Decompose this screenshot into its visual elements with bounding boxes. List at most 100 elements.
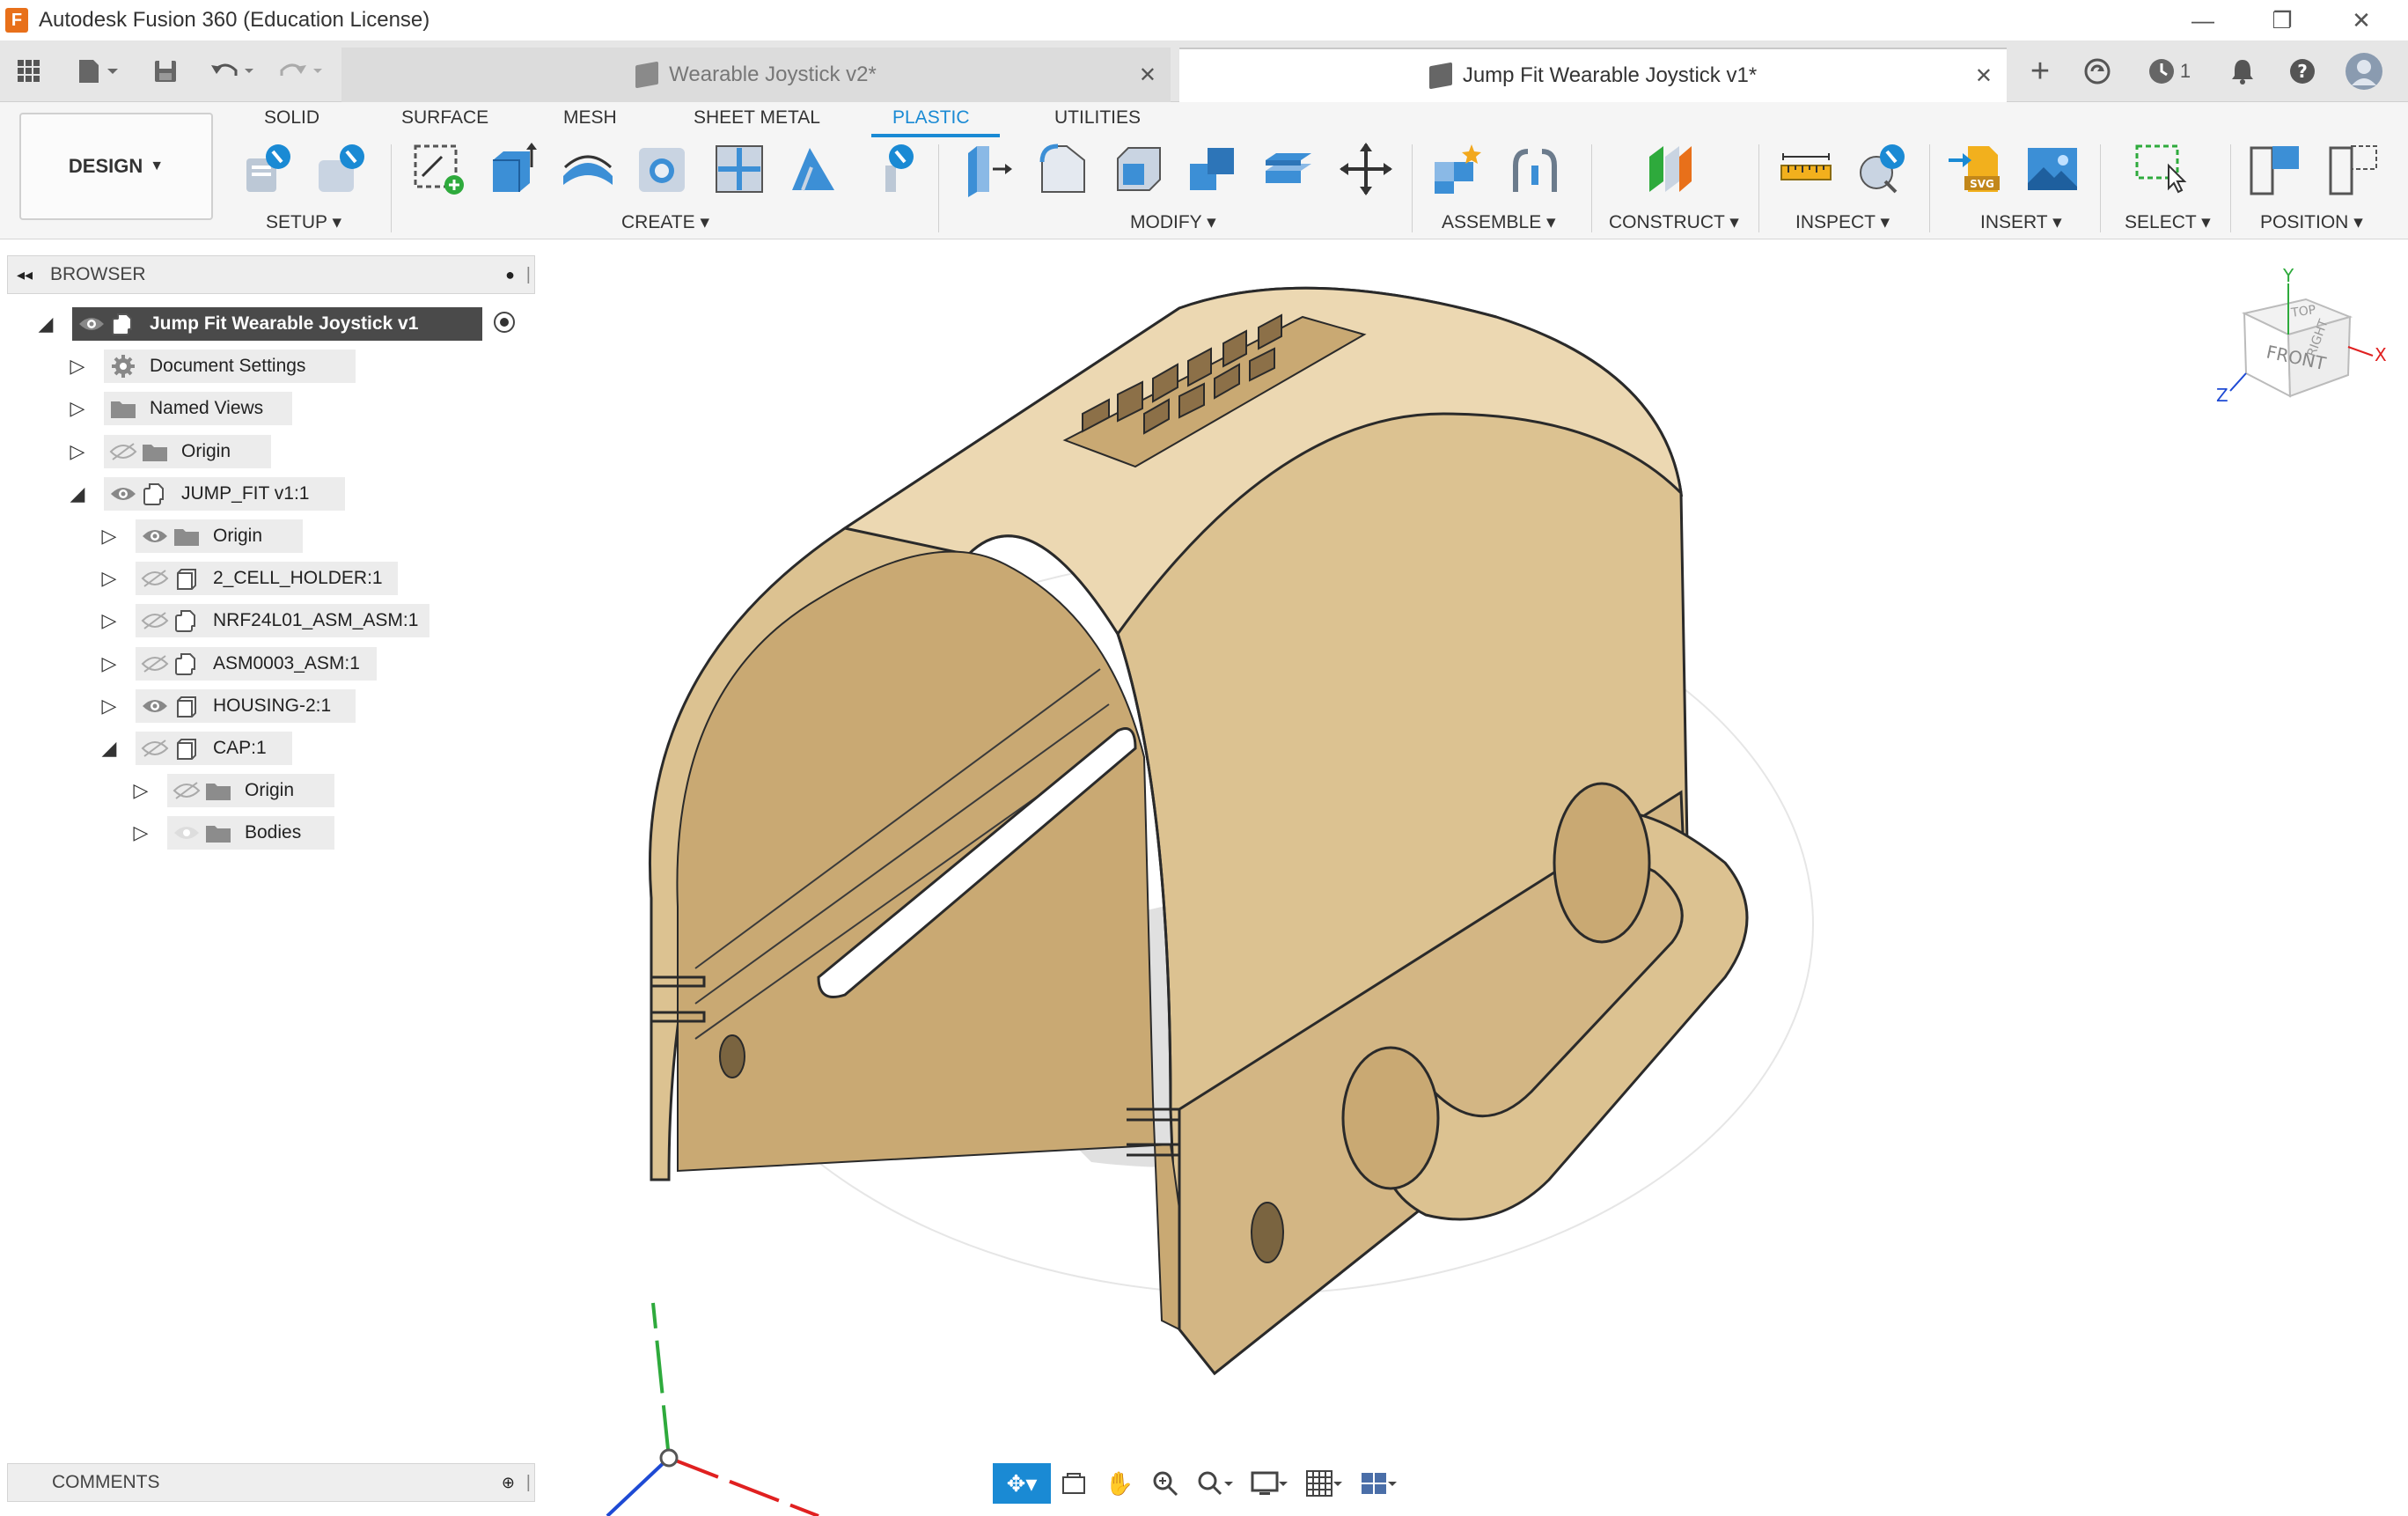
hole-icon[interactable]	[634, 141, 690, 197]
panel-grip-icon[interactable]: |	[526, 265, 531, 285]
tab-solid[interactable]: SOLID	[264, 107, 319, 129]
restore-button[interactable]: ❐	[2244, 0, 2320, 40]
collapse-triangle-icon[interactable]: ◢	[67, 482, 88, 506]
new-tab-plus-icon[interactable]: +	[2021, 51, 2059, 92]
tab-surface[interactable]: SURFACE	[401, 107, 488, 129]
user-avatar[interactable]	[2343, 51, 2385, 92]
visibility-eye-icon[interactable]	[77, 314, 106, 334]
visibility-hidden-icon[interactable]	[109, 442, 137, 461]
joint-icon[interactable]	[1507, 141, 1563, 197]
interference-icon[interactable]	[1854, 141, 1910, 197]
panel-grip-icon[interactable]: |	[526, 1473, 531, 1493]
new-component-icon[interactable]	[1429, 141, 1486, 197]
shell-icon[interactable]	[1111, 141, 1167, 197]
tab-mesh[interactable]: MESH	[563, 107, 617, 129]
group-setup[interactable]: SETUP ▾	[266, 211, 341, 233]
visibility-hidden-icon[interactable]	[173, 781, 201, 800]
tab-plastic[interactable]: PLASTIC	[892, 107, 970, 129]
file-menu-icon[interactable]	[67, 51, 128, 92]
notifications-bell-icon[interactable]	[2223, 51, 2262, 92]
display-settings-icon[interactable]	[1243, 1463, 1297, 1504]
pan-hand-icon[interactable]: ✋	[1097, 1463, 1142, 1504]
extrude-icon[interactable]	[486, 141, 542, 197]
browser-item-cap-1[interactable]: ◢ CAP:1	[0, 731, 537, 766]
expand-triangle-icon[interactable]: ▷	[67, 396, 88, 421]
viewcube[interactable]: FRONT TOP RIGHT Y X Z	[2200, 259, 2394, 435]
visibility-eye-icon[interactable]	[141, 526, 169, 546]
group-select[interactable]: SELECT ▾	[2125, 211, 2211, 233]
revert-position-icon[interactable]	[2325, 141, 2382, 197]
browser-item-2-cell-holder-1[interactable]: ▷ 2_CELL_HOLDER:1	[0, 561, 537, 596]
capture-position-icon[interactable]	[2248, 141, 2304, 197]
browser-item-jump-fit-v1-1[interactable]: ◢ JUMP_FIT v1:1	[0, 476, 537, 511]
activate-component-radio-icon[interactable]	[491, 309, 518, 340]
group-create[interactable]: CREATE ▾	[621, 211, 709, 233]
rib-icon[interactable]	[711, 141, 767, 197]
data-panel-icon[interactable]	[2077, 51, 2118, 92]
visibility-hidden-icon[interactable]	[141, 654, 169, 673]
look-at-icon[interactable]	[1051, 1463, 1097, 1504]
collapse-panel-icon[interactable]: ◂◂	[17, 266, 33, 284]
measure-icon[interactable]	[1778, 141, 1834, 197]
visibility-hidden-icon[interactable]	[141, 569, 169, 588]
browser-item-jump-fit-wearable-joystick-v1[interactable]: ◢ Jump Fit Wearable Joystick v1	[0, 306, 537, 342]
boss-icon[interactable]	[863, 141, 919, 197]
visibility-eye-icon[interactable]	[173, 823, 201, 843]
visibility-eye-icon[interactable]	[109, 484, 137, 504]
move-copy-icon[interactable]	[1338, 141, 1394, 197]
save-icon[interactable]	[148, 51, 183, 92]
visibility-hidden-icon[interactable]	[141, 739, 169, 758]
collapse-triangle-icon[interactable]: ◢	[99, 736, 120, 761]
tab-jump-fit-wearable-joystick-v1[interactable]: Jump Fit Wearable Joystick v1* ✕	[1179, 48, 2007, 102]
expand-triangle-icon[interactable]: ▷	[130, 778, 151, 803]
expand-triangle-icon[interactable]: ▷	[99, 651, 120, 676]
browser-item-housing-2-1[interactable]: ▷ HOUSING-2:1	[0, 688, 537, 724]
help-icon[interactable]: ?	[2283, 51, 2322, 92]
close-tab-icon[interactable]: ✕	[1139, 63, 1156, 88]
browser-item-named-views[interactable]: ▷ Named Views	[0, 391, 537, 426]
browser-item-origin[interactable]: ▷ Origin	[0, 773, 537, 808]
material-setup-icon[interactable]	[313, 141, 370, 197]
browser-item-document-settings[interactable]: ▷ Document Settings	[0, 349, 537, 384]
add-comment-icon[interactable]: ⊕	[502, 1474, 515, 1492]
tab-wearable-joystick-v2[interactable]: Wearable Joystick v2* ✕	[341, 48, 1171, 102]
window-select-icon[interactable]	[2133, 141, 2190, 197]
close-window-button[interactable]: ✕	[2324, 0, 2399, 40]
group-position[interactable]: POSITION ▾	[2260, 211, 2363, 233]
app-grid-icon[interactable]	[9, 51, 49, 92]
workspace-switcher[interactable]: DESIGN ▼	[19, 113, 213, 220]
browser-item-bodies[interactable]: ▷ Bodies	[0, 815, 537, 850]
group-inspect[interactable]: INSPECT ▾	[1795, 211, 1890, 233]
expand-triangle-icon[interactable]: ▷	[67, 439, 88, 464]
canvas-image-icon[interactable]	[2024, 141, 2081, 197]
redo-icon[interactable]	[273, 51, 329, 92]
close-tab-icon[interactable]: ✕	[1975, 63, 1993, 89]
panel-options-icon[interactable]: ●	[505, 266, 515, 284]
browser-item-origin[interactable]: ▷ Origin	[0, 434, 537, 469]
insert-svg-icon[interactable]: SVG	[1947, 141, 2003, 197]
expand-triangle-icon[interactable]: ▷	[99, 566, 120, 591]
collapse-triangle-icon[interactable]: ◢	[35, 312, 56, 336]
combine-icon[interactable]	[1185, 141, 1241, 197]
rule-setup-icon[interactable]	[239, 141, 296, 197]
expand-triangle-icon[interactable]: ▷	[67, 354, 88, 379]
tab-sheet-metal[interactable]: SHEET METAL	[694, 107, 820, 129]
browser-item-asm0003-asm-1[interactable]: ▷ ASM0003_ASM:1	[0, 646, 537, 681]
canvas-viewport[interactable]: FRONT TOP RIGHT Y X Z	[546, 241, 2408, 1516]
orbit-tool-icon[interactable]: ✥▾	[993, 1463, 1051, 1504]
visibility-eye-icon[interactable]	[141, 696, 169, 716]
revolve-icon[interactable]	[560, 141, 616, 197]
press-pull-icon[interactable]	[959, 141, 1016, 197]
browser-item-nrf24l01-asm-asm-1[interactable]: ▷ NRF24L01_ASM_ASM:1	[0, 603, 537, 638]
group-construct[interactable]: CONSTRUCT ▾	[1609, 211, 1739, 233]
minimize-button[interactable]: —	[2165, 0, 2241, 40]
visibility-hidden-icon[interactable]	[141, 611, 169, 630]
tab-utilities[interactable]: UTILITIES	[1054, 107, 1141, 129]
expand-triangle-icon[interactable]: ▷	[99, 524, 120, 548]
expand-triangle-icon[interactable]: ▷	[130, 821, 151, 845]
browser-item-origin[interactable]: ▷ Origin	[0, 519, 537, 554]
viewports-icon[interactable]	[1352, 1463, 1406, 1504]
group-modify[interactable]: MODIFY ▾	[1130, 211, 1216, 233]
offset-plane-icon[interactable]	[1641, 141, 1697, 197]
model-canvas[interactable]	[546, 241, 2408, 1516]
